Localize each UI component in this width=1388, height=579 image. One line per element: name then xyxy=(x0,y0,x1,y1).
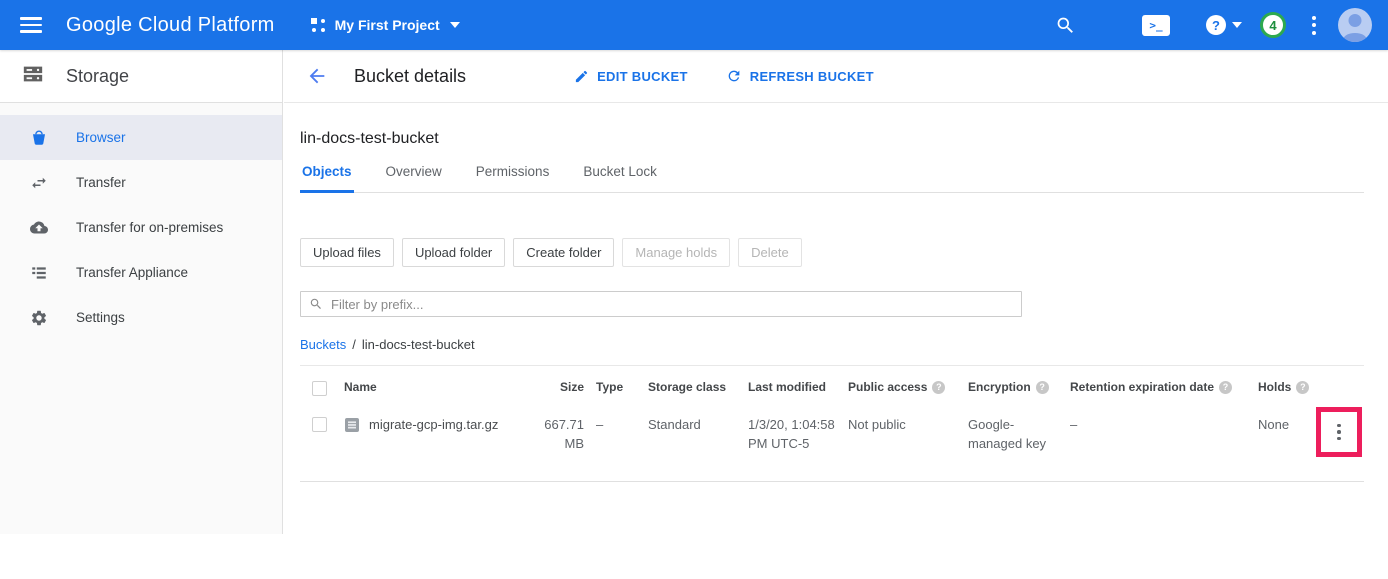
cloud-shell-icon[interactable]: >_ xyxy=(1142,15,1170,36)
header-actions: EDIT BUCKET REFRESH BUCKET xyxy=(574,68,874,84)
object-name-link[interactable]: migrate-gcp-img.tar.gz xyxy=(369,416,498,435)
object-encryption: Google-managed key xyxy=(968,416,1058,454)
column-header-last-modified: Last modified xyxy=(748,380,836,394)
edit-bucket-button[interactable]: EDIT BUCKET xyxy=(574,68,688,84)
bucket-icon xyxy=(30,129,48,147)
search-icon xyxy=(309,297,323,311)
sidebar: Storage Browser Transfer Transfer for on… xyxy=(0,50,283,534)
file-icon xyxy=(344,417,360,439)
sidebar-item-label: Browser xyxy=(76,130,126,145)
highlight-annotation xyxy=(1316,407,1362,457)
row-checkbox[interactable] xyxy=(312,417,327,432)
object-toolbar: Upload files Upload folder Create folder… xyxy=(300,238,1364,267)
notifications-badge[interactable]: 4 xyxy=(1260,12,1286,38)
row-overflow-menu-icon[interactable] xyxy=(1333,420,1345,445)
tab-permissions[interactable]: Permissions xyxy=(474,164,552,192)
breadcrumb-separator: / xyxy=(352,337,356,352)
refresh-icon xyxy=(726,68,742,84)
column-header-encryption: Encryption xyxy=(968,380,1058,394)
object-last-modified: 1/3/20, 1:04:58 PM UTC-5 xyxy=(748,416,836,454)
breadcrumb: Buckets / lin-docs-test-bucket xyxy=(300,337,1364,352)
sidebar-item-label: Settings xyxy=(76,310,125,325)
cloud-upload-icon xyxy=(30,219,48,237)
project-icon xyxy=(311,18,326,33)
sidebar-item-transfer-appliance[interactable]: Transfer Appliance xyxy=(0,250,282,295)
search-icon[interactable] xyxy=(1055,15,1076,36)
page-header: Bucket details EDIT BUCKET REFRESH BUCKE… xyxy=(284,50,1388,103)
help-menu[interactable]: ? xyxy=(1206,15,1242,35)
appliance-list-icon xyxy=(30,264,48,282)
column-header-public-access: Public access xyxy=(848,380,956,394)
tab-objects[interactable]: Objects xyxy=(300,164,354,193)
main-content: lin-docs-test-bucket Objects Overview Pe… xyxy=(284,103,1388,579)
chevron-down-icon xyxy=(1232,22,1242,28)
object-storage-class: Standard xyxy=(648,416,736,435)
topbar-actions: >_ ? 4 xyxy=(1055,8,1388,42)
manage-holds-button[interactable]: Manage holds xyxy=(622,238,730,267)
breadcrumb-current: lin-docs-test-bucket xyxy=(362,337,475,352)
help-icon[interactable] xyxy=(932,381,945,394)
sidebar-item-browser[interactable]: Browser xyxy=(0,115,282,160)
filter-field xyxy=(300,291,1022,317)
help-icon[interactable] xyxy=(1219,381,1232,394)
sidebar-title: Storage xyxy=(66,66,129,87)
breadcrumb-buckets-link[interactable]: Buckets xyxy=(300,337,346,352)
help-icon[interactable] xyxy=(1296,381,1309,394)
menu-icon[interactable] xyxy=(20,17,42,33)
object-size: 667.71 MB xyxy=(532,416,584,454)
create-folder-button[interactable]: Create folder xyxy=(513,238,614,267)
object-name-cell: migrate-gcp-img.tar.gz xyxy=(344,416,520,439)
sidebar-item-label: Transfer Appliance xyxy=(76,265,188,280)
avatar[interactable] xyxy=(1338,8,1372,42)
sidebar-item-label: Transfer xyxy=(76,175,126,190)
more-options-icon[interactable] xyxy=(1312,16,1316,35)
gear-icon xyxy=(30,309,48,327)
bucket-tabs: Objects Overview Permissions Bucket Lock xyxy=(300,164,1364,193)
delete-button[interactable]: Delete xyxy=(738,238,802,267)
tab-bucket-lock[interactable]: Bucket Lock xyxy=(581,164,659,192)
refresh-bucket-button[interactable]: REFRESH BUCKET xyxy=(726,68,874,84)
object-type: – xyxy=(596,416,636,435)
object-holds: None xyxy=(1258,416,1308,435)
page-title: Bucket details xyxy=(354,66,466,87)
sidebar-item-settings[interactable]: Settings xyxy=(0,295,282,340)
swap-arrows-icon xyxy=(30,174,48,192)
upload-files-button[interactable]: Upload files xyxy=(300,238,394,267)
project-selector[interactable]: My First Project xyxy=(311,17,460,33)
column-header-holds: Holds xyxy=(1258,380,1308,394)
chevron-down-icon xyxy=(450,22,460,28)
bucket-name: lin-docs-test-bucket xyxy=(300,130,1364,148)
help-icon[interactable] xyxy=(1036,381,1049,394)
help-icon: ? xyxy=(1206,15,1226,35)
column-header-storage-class: Storage class xyxy=(648,380,736,394)
table-header-row: Name Size Type Storage class Last modifi… xyxy=(300,366,1364,404)
sidebar-item-transfer[interactable]: Transfer xyxy=(0,160,282,205)
tab-overview[interactable]: Overview xyxy=(384,164,444,192)
column-header-type: Type xyxy=(596,380,636,394)
storage-product-icon xyxy=(22,63,44,90)
pencil-icon xyxy=(574,69,589,84)
select-all-checkbox[interactable] xyxy=(312,381,327,396)
column-header-retention: Retention expiration date xyxy=(1070,380,1246,394)
sidebar-nav: Browser Transfer Transfer for on-premise… xyxy=(0,103,282,340)
sidebar-item-label: Transfer for on-premises xyxy=(76,220,223,235)
object-retention: – xyxy=(1070,416,1246,435)
edit-bucket-label: EDIT BUCKET xyxy=(597,69,688,84)
sidebar-item-transfer-on-premises[interactable]: Transfer for on-premises xyxy=(0,205,282,250)
project-name: My First Project xyxy=(335,17,440,33)
top-app-bar: Google Cloud Platform My First Project >… xyxy=(0,0,1388,50)
column-header-name: Name xyxy=(344,380,520,394)
upload-folder-button[interactable]: Upload folder xyxy=(402,238,505,267)
object-public-access: Not public xyxy=(848,416,956,435)
refresh-bucket-label: REFRESH BUCKET xyxy=(750,69,874,84)
sidebar-header: Storage xyxy=(0,50,282,103)
table-row: migrate-gcp-img.tar.gz 667.71 MB – Stand… xyxy=(300,404,1364,482)
gcp-logo[interactable]: Google Cloud Platform xyxy=(66,14,275,37)
column-header-size: Size xyxy=(532,380,584,394)
back-arrow-icon[interactable] xyxy=(306,65,328,87)
filter-by-prefix-input[interactable] xyxy=(331,297,1013,312)
